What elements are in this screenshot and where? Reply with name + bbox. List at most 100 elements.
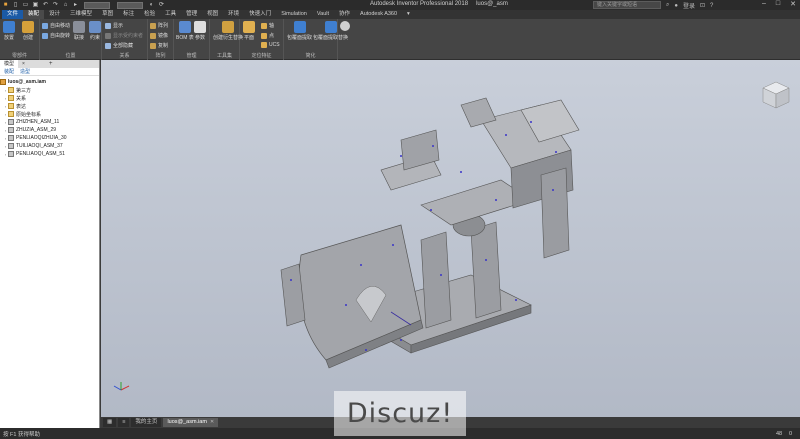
appearance-field[interactable] — [117, 1, 143, 9]
parameters-button[interactable]: 参数 — [194, 21, 206, 41]
ribbon-tabs: 文件 装配 设计 三维模型 草图 标注 检验 工具 管理 视图 环境 快速入门 … — [0, 10, 800, 19]
browser-tab-model[interactable]: 模型 — [0, 60, 19, 68]
tab-a360[interactable]: Autodesk A360 — [355, 10, 402, 19]
tree-item[interactable]: › 原始坐标系 — [0, 110, 99, 118]
tab-annotate[interactable]: 标注 — [118, 10, 139, 19]
ribbon-options-icon[interactable]: ▾ — [402, 10, 415, 19]
doc-tab-home[interactable]: 我的主页 — [131, 418, 162, 427]
shrinkwrap-substitute-label: 包覆面提取替换 — [313, 35, 349, 41]
free-move-button[interactable]: 自由移动 — [42, 22, 70, 29]
tab-menu-icon[interactable]: ≡ — [118, 418, 130, 427]
copy-button[interactable]: 复制 — [150, 42, 168, 49]
open-icon[interactable]: ▭ — [22, 2, 29, 8]
tab-design[interactable]: 设计 — [44, 10, 65, 19]
shrinkwrap-substitute-icon — [324, 21, 337, 33]
cart-icon[interactable]: ⊡ — [700, 2, 705, 9]
pattern-button[interactable]: 阵列 — [150, 22, 168, 29]
place-button[interactable]: 放置 — [3, 21, 15, 41]
browser-view-modeling[interactable]: 造型 — [20, 68, 30, 75]
save-icon[interactable]: ▣ — [32, 2, 39, 8]
material-field[interactable] — [84, 1, 110, 9]
show-button[interactable]: 显示 — [105, 22, 123, 29]
browser-tab-close-icon[interactable]: × — [18, 60, 29, 68]
tree-item[interactable]: › PENLIAOQIZHIJIA_30 — [0, 134, 99, 142]
hide-all-button[interactable]: 全部隐藏 — [105, 42, 133, 49]
tab-get-started[interactable]: 快速入门 — [244, 10, 276, 19]
tab-layout-icon[interactable]: ▦ — [103, 418, 117, 427]
tree-item[interactable]: › 表达 — [0, 102, 99, 110]
new-icon[interactable]: ▯ — [12, 2, 19, 8]
tab-simulation[interactable]: Simulation — [276, 10, 312, 19]
user-icon[interactable]: ● — [674, 3, 678, 9]
tab-3d-model[interactable]: 三维模型 — [65, 10, 97, 19]
ribbon-extra-button[interactable] — [340, 21, 350, 32]
tree-root[interactable]: luos@_asm.iam — [0, 78, 99, 86]
parameters-label: 参数 — [194, 35, 205, 41]
bom-button[interactable]: BOM 表 — [176, 21, 194, 41]
viewcube[interactable] — [761, 80, 791, 110]
subassembly-icon — [8, 151, 14, 157]
doc-tab-assembly[interactable]: luos@_asm.iam ✕ — [163, 418, 219, 427]
show-label: 显示 — [113, 23, 124, 29]
axis-button[interactable]: 轴 — [261, 22, 274, 29]
tab-file[interactable]: 文件 — [2, 10, 24, 19]
login-link[interactable]: 登录 — [683, 1, 695, 10]
help-icon[interactable]: ? — [710, 3, 713, 9]
undo-icon[interactable]: ↶ — [42, 2, 49, 8]
panel-label-simplification: 简化 — [305, 53, 316, 59]
tab-collaborate[interactable]: 协作 — [334, 10, 355, 19]
select-icon[interactable]: ▸ — [72, 2, 79, 8]
tree-item[interactable]: › 第三方 — [0, 86, 99, 94]
update-icon[interactable]: ⟳ — [158, 2, 165, 8]
point-button[interactable]: 点 — [261, 32, 274, 39]
free-move-icon — [42, 22, 48, 29]
ucs-button[interactable]: UCS — [261, 42, 280, 48]
constrain-button[interactable]: 约束 — [89, 21, 101, 41]
tree-item[interactable]: › 关系 — [0, 94, 99, 102]
ucs-icon — [261, 42, 267, 48]
tree-item-label: ZHUZIA_ASM_29 — [16, 127, 57, 133]
graphics-viewport[interactable] — [101, 60, 800, 417]
create-button[interactable]: 创建 — [22, 21, 34, 41]
browser-add-tab-button[interactable]: + — [49, 61, 53, 67]
axis-label: 轴 — [269, 23, 275, 29]
create-substitute-button[interactable]: 创建衍生替换 — [213, 21, 243, 41]
browser-view-assembly[interactable]: 装配 — [4, 68, 14, 75]
minimize-button[interactable]: – — [762, 0, 766, 8]
shrinkwrap-button[interactable]: 包覆面提取 — [287, 21, 312, 41]
tab-inspect[interactable]: 检验 — [139, 10, 160, 19]
tab-vault[interactable]: Vault — [312, 10, 334, 19]
binoculars-icon[interactable]: ⌕ — [666, 2, 669, 9]
clear-override-icon[interactable]: ◐ — [148, 2, 155, 8]
home-icon[interactable]: ⌂ — [62, 2, 69, 8]
app-menu-icon[interactable]: ■ — [2, 2, 9, 8]
tab-view[interactable]: 视图 — [202, 10, 223, 19]
create-substitute-label: 创建衍生替换 — [213, 35, 244, 41]
mirror-button[interactable]: 镜像 — [150, 32, 168, 39]
document-title: luos@_asm — [476, 1, 508, 7]
maximize-button[interactable]: □ — [776, 0, 780, 8]
tree-item[interactable]: › ZHUZIA_ASM_29 — [0, 126, 99, 134]
close-tab-icon[interactable]: ✕ — [210, 418, 214, 427]
show-sick-button[interactable]: 显示受约束者 — [105, 32, 143, 39]
tab-manage[interactable]: 管理 — [181, 10, 202, 19]
assembly-model[interactable] — [101, 60, 800, 417]
point-label: 点 — [269, 33, 275, 39]
free-rotate-button[interactable]: 自由旋转 — [42, 32, 70, 39]
tab-assemble[interactable]: 装配 — [23, 10, 45, 19]
assembly-icon — [0, 79, 6, 85]
tree-item[interactable]: › ZHIZHEN_ASM_11 — [0, 118, 99, 126]
tab-sketch[interactable]: 草图 — [97, 10, 118, 19]
right-column — [540, 167, 570, 259]
help-search-input[interactable]: 键入关键字或短语 — [593, 1, 661, 9]
plane-button[interactable]: 平面 — [243, 21, 255, 41]
place-label: 放置 — [3, 35, 14, 41]
redo-icon[interactable]: ↷ — [52, 2, 59, 8]
status-help-text: 按 F1 获得帮助 — [3, 431, 40, 438]
tree-item[interactable]: › TUILIAOQI_ASM_37 — [0, 142, 99, 150]
tab-environments[interactable]: 环境 — [223, 10, 244, 19]
joint-button[interactable]: 联接 — [73, 21, 85, 41]
close-button[interactable]: ✕ — [790, 0, 796, 8]
tree-item[interactable]: › PENLIAOQI_ASM_51 — [0, 150, 99, 158]
tab-tools[interactable]: 工具 — [160, 10, 181, 19]
